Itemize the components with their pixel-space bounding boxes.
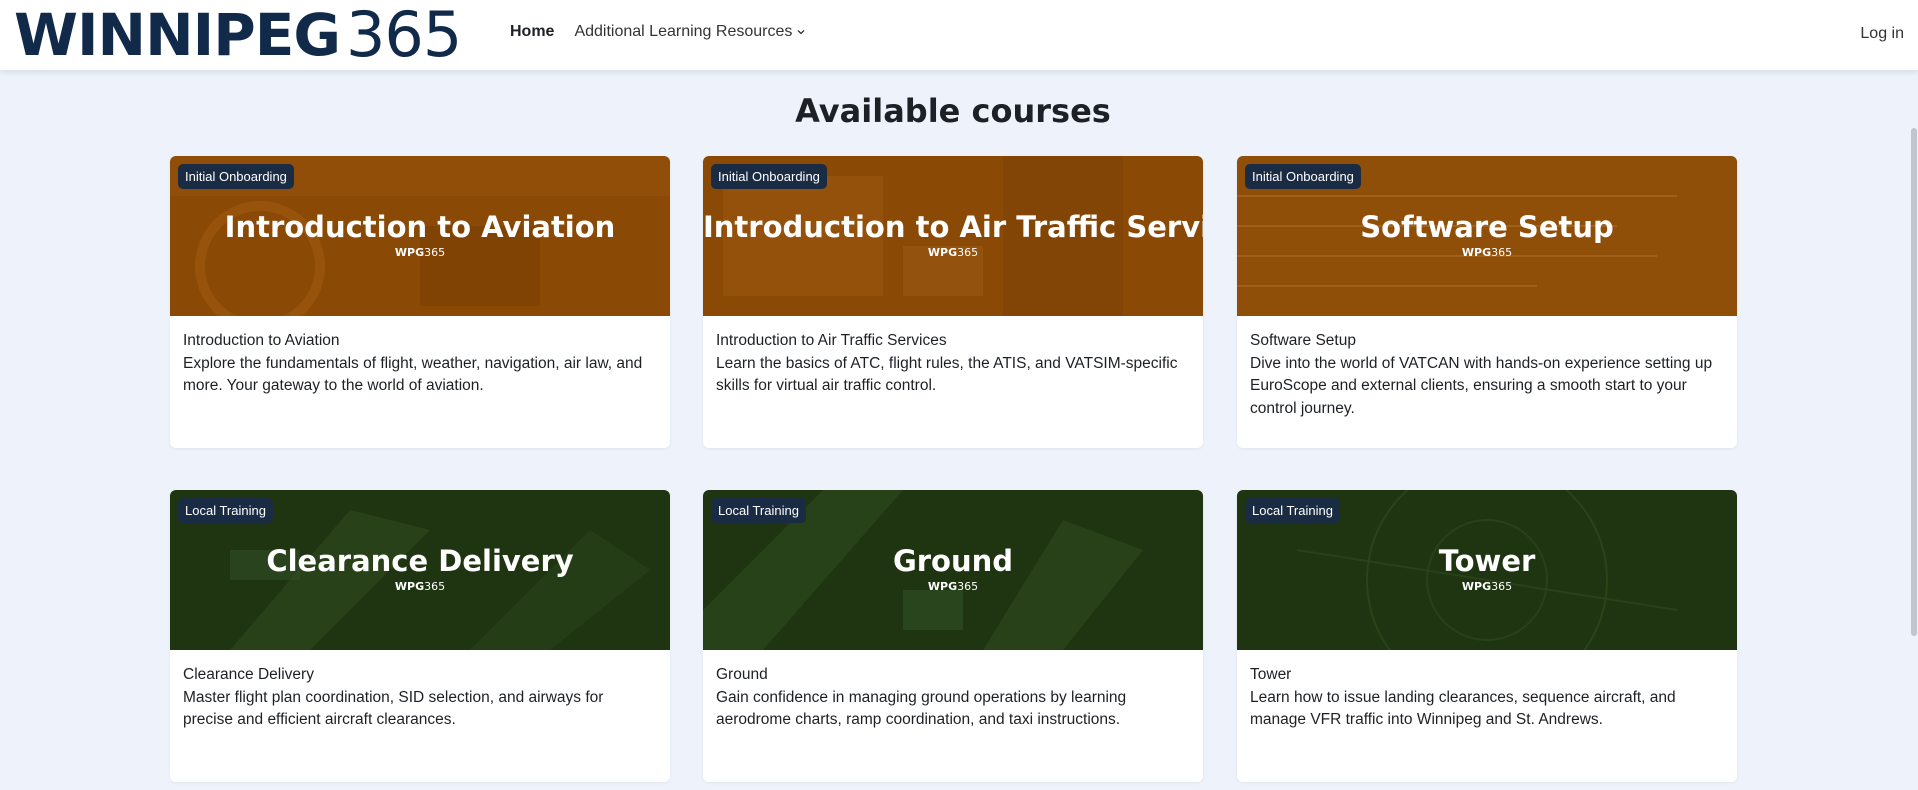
banner-title: Clearance Delivery: [266, 544, 574, 578]
course-card-body: Introduction to Aviation Explore the fun…: [170, 316, 670, 412]
scrollbar-thumb[interactable]: [1911, 128, 1917, 636]
course-category-badge: Local Training: [711, 498, 806, 523]
banner-logo: WPG365: [1461, 246, 1513, 259]
banner-title: Software Setup: [1360, 210, 1614, 244]
nav-home-link[interactable]: Home: [510, 23, 554, 41]
logo-number: 365: [345, 0, 462, 71]
course-banner-image[interactable]: Local Training Tower WPG365: [1237, 490, 1737, 650]
course-category-badge: Local Training: [178, 498, 273, 523]
course-name-link[interactable]: Ground: [716, 664, 1190, 687]
course-summary: Learn how to issue landing clearances, s…: [1250, 688, 1676, 729]
course-card[interactable]: Initial Onboarding Introduction to Air T…: [703, 156, 1203, 448]
course-summary: Explore the fundamentals of flight, weat…: [183, 354, 643, 395]
course-category-badge: Initial Onboarding: [178, 164, 294, 189]
banner-title: Tower: [1438, 544, 1536, 578]
course-summary: Gain confidence in managing ground opera…: [716, 688, 1127, 729]
top-navbar: WINNIPEG 365 Home Additional Learning Re…: [0, 0, 1918, 70]
banner-logo: WPG365: [394, 246, 446, 259]
course-name-link[interactable]: Clearance Delivery: [183, 664, 657, 687]
logo-wordmark: WINNIPEG: [14, 1, 341, 69]
course-card[interactable]: Local Training Clearance Delivery WPG365…: [170, 490, 670, 782]
course-banner-image[interactable]: Initial Onboarding Introduction to Aviat…: [170, 156, 670, 316]
course-category-badge: Local Training: [1245, 498, 1340, 523]
course-card-body: Introduction to Air Traffic Services Lea…: [703, 316, 1203, 412]
banner-title: Ground: [892, 544, 1014, 578]
banner-logo: WPG365: [927, 580, 979, 593]
nav-resources-dropdown[interactable]: Additional Learning Resources: [574, 23, 806, 41]
site-logo[interactable]: WINNIPEG 365: [14, 0, 462, 71]
primary-nav: Home Additional Learning Resources: [510, 23, 806, 41]
banner-title: Introduction to Air Traffic Services: [703, 210, 1203, 244]
banner-logo: WPG365: [927, 246, 979, 259]
login-link[interactable]: Log in: [1860, 25, 1904, 43]
course-card-body: Tower Learn how to issue landing clearan…: [1237, 650, 1737, 746]
course-card-body: Ground Gain confidence in managing groun…: [703, 650, 1203, 746]
course-card[interactable]: Local Training Tower WPG365 Tower Learn …: [1237, 490, 1737, 782]
banner-logo: WPG365: [394, 580, 446, 593]
course-card[interactable]: Local Training Ground WPG365 Ground Gain…: [703, 490, 1203, 782]
course-card-body: Clearance Delivery Master flight plan co…: [170, 650, 670, 746]
course-card[interactable]: Initial Onboarding Introduction to Aviat…: [170, 156, 670, 448]
course-banner-image[interactable]: Local Training Ground WPG365: [703, 490, 1203, 650]
course-summary: Learn the basics of ATC, flight rules, t…: [716, 354, 1178, 395]
course-card-body: Software Setup Dive into the world of VA…: [1237, 316, 1737, 434]
course-banner-image[interactable]: Initial Onboarding Software Setup WPG365: [1237, 156, 1737, 316]
course-category-badge: Initial Onboarding: [711, 164, 827, 189]
chevron-down-icon: [797, 30, 805, 35]
course-category-badge: Initial Onboarding: [1245, 164, 1361, 189]
course-name-link[interactable]: Tower: [1250, 664, 1724, 687]
course-name-link[interactable]: Introduction to Aviation: [183, 330, 657, 353]
course-banner-image[interactable]: Initial Onboarding Introduction to Air T…: [703, 156, 1203, 316]
banner-title: Introduction to Aviation: [224, 210, 616, 244]
course-banner-image[interactable]: Local Training Clearance Delivery WPG365: [170, 490, 670, 650]
banner-logo: WPG365: [1461, 580, 1513, 593]
course-summary: Master flight plan coordination, SID sel…: [183, 688, 604, 729]
course-summary: Dive into the world of VATCAN with hands…: [1250, 354, 1713, 417]
page-title: Available courses: [795, 92, 1111, 130]
course-card[interactable]: Initial Onboarding Software Setup WPG365…: [1237, 156, 1737, 448]
course-name-link[interactable]: Software Setup: [1250, 330, 1724, 353]
nav-resources-label: Additional Learning Resources: [574, 23, 793, 40]
course-name-link[interactable]: Introduction to Air Traffic Services: [716, 330, 1190, 353]
